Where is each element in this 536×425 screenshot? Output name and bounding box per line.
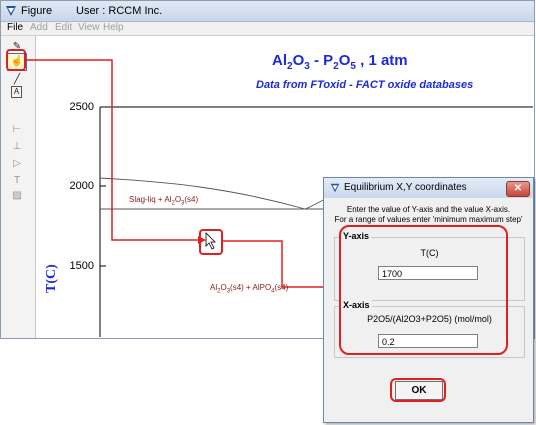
dialog-instructions: Enter the value of Y-axis and the value … [324, 205, 533, 225]
region-label-solids: Al2O3(s4) + AlPO4(s4) [210, 283, 289, 295]
dialog-title: Equilibrium X,Y coordinates [344, 182, 467, 193]
cursor-highlight [199, 229, 223, 255]
arrow-plot-to-dialog [221, 240, 336, 288]
dialog-title-bar: Equilibrium X,Y coordinates ✕ [324, 178, 533, 198]
factsage-app-icon [329, 182, 341, 194]
ytick-label: 2000 [69, 180, 94, 192]
region-label-slag: Slag-liq + Al2O3(s4) [129, 195, 199, 207]
arrow-pointer-to-plot [25, 59, 198, 241]
y-axis-label: T(C) [44, 264, 59, 293]
ytick-label: 1500 [69, 260, 94, 272]
close-button[interactable]: ✕ [506, 181, 530, 197]
axis-values-highlight [339, 225, 508, 355]
instruction-line: For a range of values enter 'minimum max… [334, 215, 523, 224]
ytick-label: 2500 [69, 101, 94, 113]
plot-subtitle: Data from FToxid - FACT oxide databases [256, 79, 474, 91]
tool-highlight [6, 49, 26, 71]
ok-highlight [390, 378, 446, 402]
instruction-line: Enter the value of Y-axis and the value … [346, 205, 511, 214]
plot-title: Al2O3 - P2O5 , 1 atm [272, 52, 408, 72]
